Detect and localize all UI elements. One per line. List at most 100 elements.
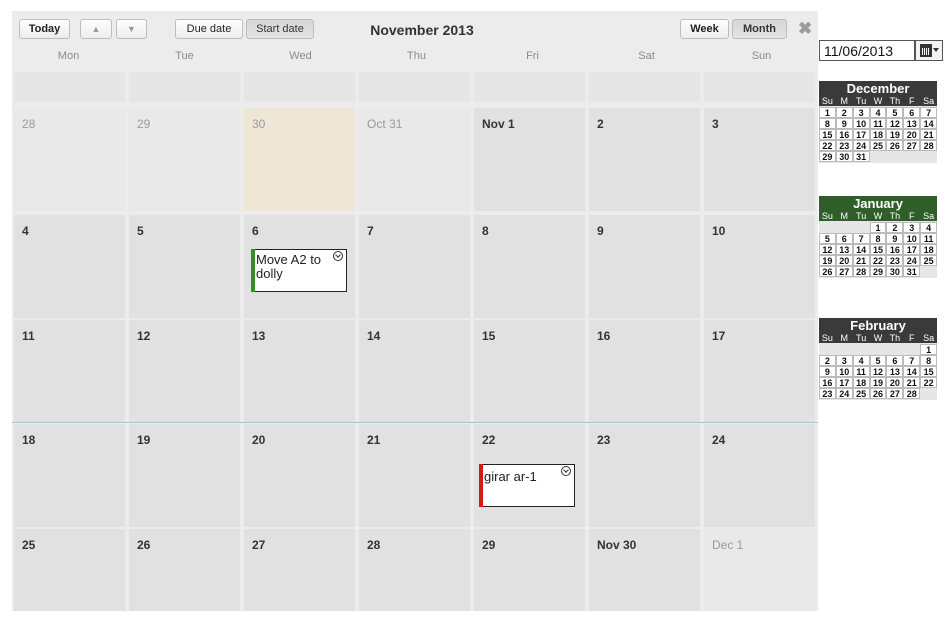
mini-calendar-day[interactable]: 29 [819, 151, 836, 162]
today-button[interactable]: Today [19, 19, 70, 39]
mini-calendar-day[interactable]: 27 [886, 388, 904, 399]
mini-calendar-day[interactable]: 2 [886, 222, 904, 233]
mini-calendar-day[interactable]: 26 [869, 388, 887, 399]
day-cell[interactable]: 13 [244, 320, 355, 423]
mini-calendar-day[interactable]: 3 [852, 107, 870, 118]
mini-calendar-day[interactable]: 14 [903, 366, 921, 377]
day-cell[interactable]: 19 [129, 424, 240, 527]
mini-calendar-day[interactable]: 28 [852, 266, 870, 277]
mini-calendar-day[interactable]: 30 [835, 151, 853, 162]
mini-calendar-day[interactable]: 28 [920, 140, 937, 151]
mini-calendar-day[interactable]: 5 [886, 107, 904, 118]
event-menu-icon[interactable] [561, 466, 571, 476]
mini-calendar-day[interactable]: 13 [886, 366, 904, 377]
mini-calendar-day[interactable]: 14 [920, 118, 937, 129]
mini-calendar-day[interactable]: 15 [819, 129, 836, 140]
mini-calendar-day[interactable]: 23 [886, 255, 904, 266]
mini-calendar-day[interactable]: 4 [869, 107, 887, 118]
mini-calendar-day[interactable]: 5 [819, 233, 836, 244]
mini-calendar-day[interactable]: 5 [869, 355, 887, 366]
day-cell[interactable]: Nov 1 [474, 108, 585, 211]
mini-calendar-day[interactable]: 24 [835, 388, 853, 399]
close-icon[interactable]: ✖ [798, 19, 812, 39]
day-cell[interactable]: 5 [129, 215, 240, 318]
mini-calendar-day[interactable]: 24 [903, 255, 921, 266]
mini-calendar-day[interactable]: 3 [835, 355, 853, 366]
mini-calendar-day[interactable]: 22 [920, 377, 937, 388]
mini-calendar-day[interactable]: 10 [852, 118, 870, 129]
day-cell[interactable]: 21 [359, 424, 470, 527]
day-cell[interactable]: Oct 31 [359, 108, 470, 211]
mini-calendar-day[interactable]: 8 [869, 233, 887, 244]
event-girar-ar-1[interactable]: girar ar-1 [479, 464, 575, 507]
mini-calendar-day[interactable]: 4 [852, 355, 870, 366]
mini-calendar-day[interactable]: 23 [819, 388, 836, 399]
mini-calendar-day[interactable]: 3 [903, 222, 921, 233]
mini-calendar-day[interactable]: 20 [903, 129, 921, 140]
day-cell[interactable]: 15 [474, 320, 585, 423]
mini-calendar-day[interactable]: 8 [920, 355, 937, 366]
mini-calendar-day[interactable]: 24 [852, 140, 870, 151]
mini-calendar-day[interactable]: 2 [835, 107, 853, 118]
week-view-button[interactable]: Week [680, 19, 729, 39]
day-cell[interactable]: 23 [589, 424, 700, 527]
day-cell[interactable]: 17 [704, 320, 815, 423]
date-input[interactable] [819, 40, 915, 61]
mini-calendar-day[interactable]: 17 [903, 244, 921, 255]
mini-calendar-day[interactable]: 10 [903, 233, 921, 244]
previous-button[interactable]: ▲ [80, 19, 112, 39]
mini-calendar-day[interactable]: 6 [886, 355, 904, 366]
event-menu-icon[interactable] [333, 251, 343, 261]
mini-calendar-day[interactable]: 4 [920, 222, 937, 233]
mini-calendar-day[interactable]: 25 [869, 140, 887, 151]
mini-calendar-day[interactable]: 2 [819, 355, 836, 366]
mini-calendar-day[interactable]: 7 [920, 107, 937, 118]
mini-calendar-day[interactable]: 1 [869, 222, 887, 233]
mini-calendar-day[interactable]: 19 [886, 129, 904, 140]
mini-calendar-day[interactable]: 20 [835, 255, 853, 266]
mini-calendar-day[interactable]: 9 [886, 233, 904, 244]
mini-calendar-day[interactable]: 6 [903, 107, 921, 118]
mini-calendar-day[interactable]: 1 [819, 107, 836, 118]
date-picker-button[interactable] [915, 40, 943, 61]
mini-calendar-day[interactable]: 9 [835, 118, 853, 129]
mini-calendar-day[interactable]: 23 [835, 140, 853, 151]
day-cell[interactable]: 3 [704, 108, 815, 211]
mini-calendar-day[interactable]: 27 [835, 266, 853, 277]
due-date-button[interactable]: Due date [175, 19, 243, 39]
mini-calendar-day[interactable]: 31 [903, 266, 921, 277]
mini-calendar-day[interactable]: 9 [819, 366, 836, 377]
day-cell[interactable]: 2 [589, 108, 700, 211]
day-cell[interactable]: 7 [359, 215, 470, 318]
day-cell[interactable]: 28 [359, 529, 470, 611]
day-cell[interactable]: 9 [589, 215, 700, 318]
mini-calendar-day[interactable]: 12 [886, 118, 904, 129]
mini-calendar-day[interactable]: 12 [869, 366, 887, 377]
mini-calendar-day[interactable]: 25 [852, 388, 870, 399]
mini-calendar-day[interactable]: 25 [920, 255, 937, 266]
day-cell[interactable]: 25 [14, 529, 125, 611]
day-cell[interactable]: 18 [14, 424, 125, 527]
day-cell-today[interactable]: 30 [244, 108, 355, 211]
day-cell[interactable]: 12 [129, 320, 240, 423]
mini-calendar-day[interactable]: 11 [852, 366, 870, 377]
month-view-button[interactable]: Month [732, 19, 787, 39]
day-cell[interactable]: 14 [359, 320, 470, 423]
day-cell[interactable]: 28 [14, 108, 125, 211]
day-cell[interactable]: 27 [244, 529, 355, 611]
mini-calendar-day[interactable]: 1 [920, 344, 937, 355]
mini-calendar-day[interactable]: 26 [819, 266, 836, 277]
mini-calendar-day[interactable]: 30 [886, 266, 904, 277]
day-cell[interactable]: 8 [474, 215, 585, 318]
mini-calendar-day[interactable]: 7 [852, 233, 870, 244]
mini-calendar-day[interactable]: 18 [852, 377, 870, 388]
day-cell[interactable]: 29 [474, 529, 585, 611]
mini-calendar-day[interactable]: 29 [869, 266, 887, 277]
day-cell[interactable]: 11 [14, 320, 125, 423]
day-cell[interactable]: 10 [704, 215, 815, 318]
mini-calendar-day[interactable]: 15 [920, 366, 937, 377]
mini-calendar-day[interactable]: 26 [886, 140, 904, 151]
mini-calendar-day[interactable]: 16 [886, 244, 904, 255]
mini-calendar-day[interactable]: 15 [869, 244, 887, 255]
mini-calendar-day[interactable]: 16 [835, 129, 853, 140]
